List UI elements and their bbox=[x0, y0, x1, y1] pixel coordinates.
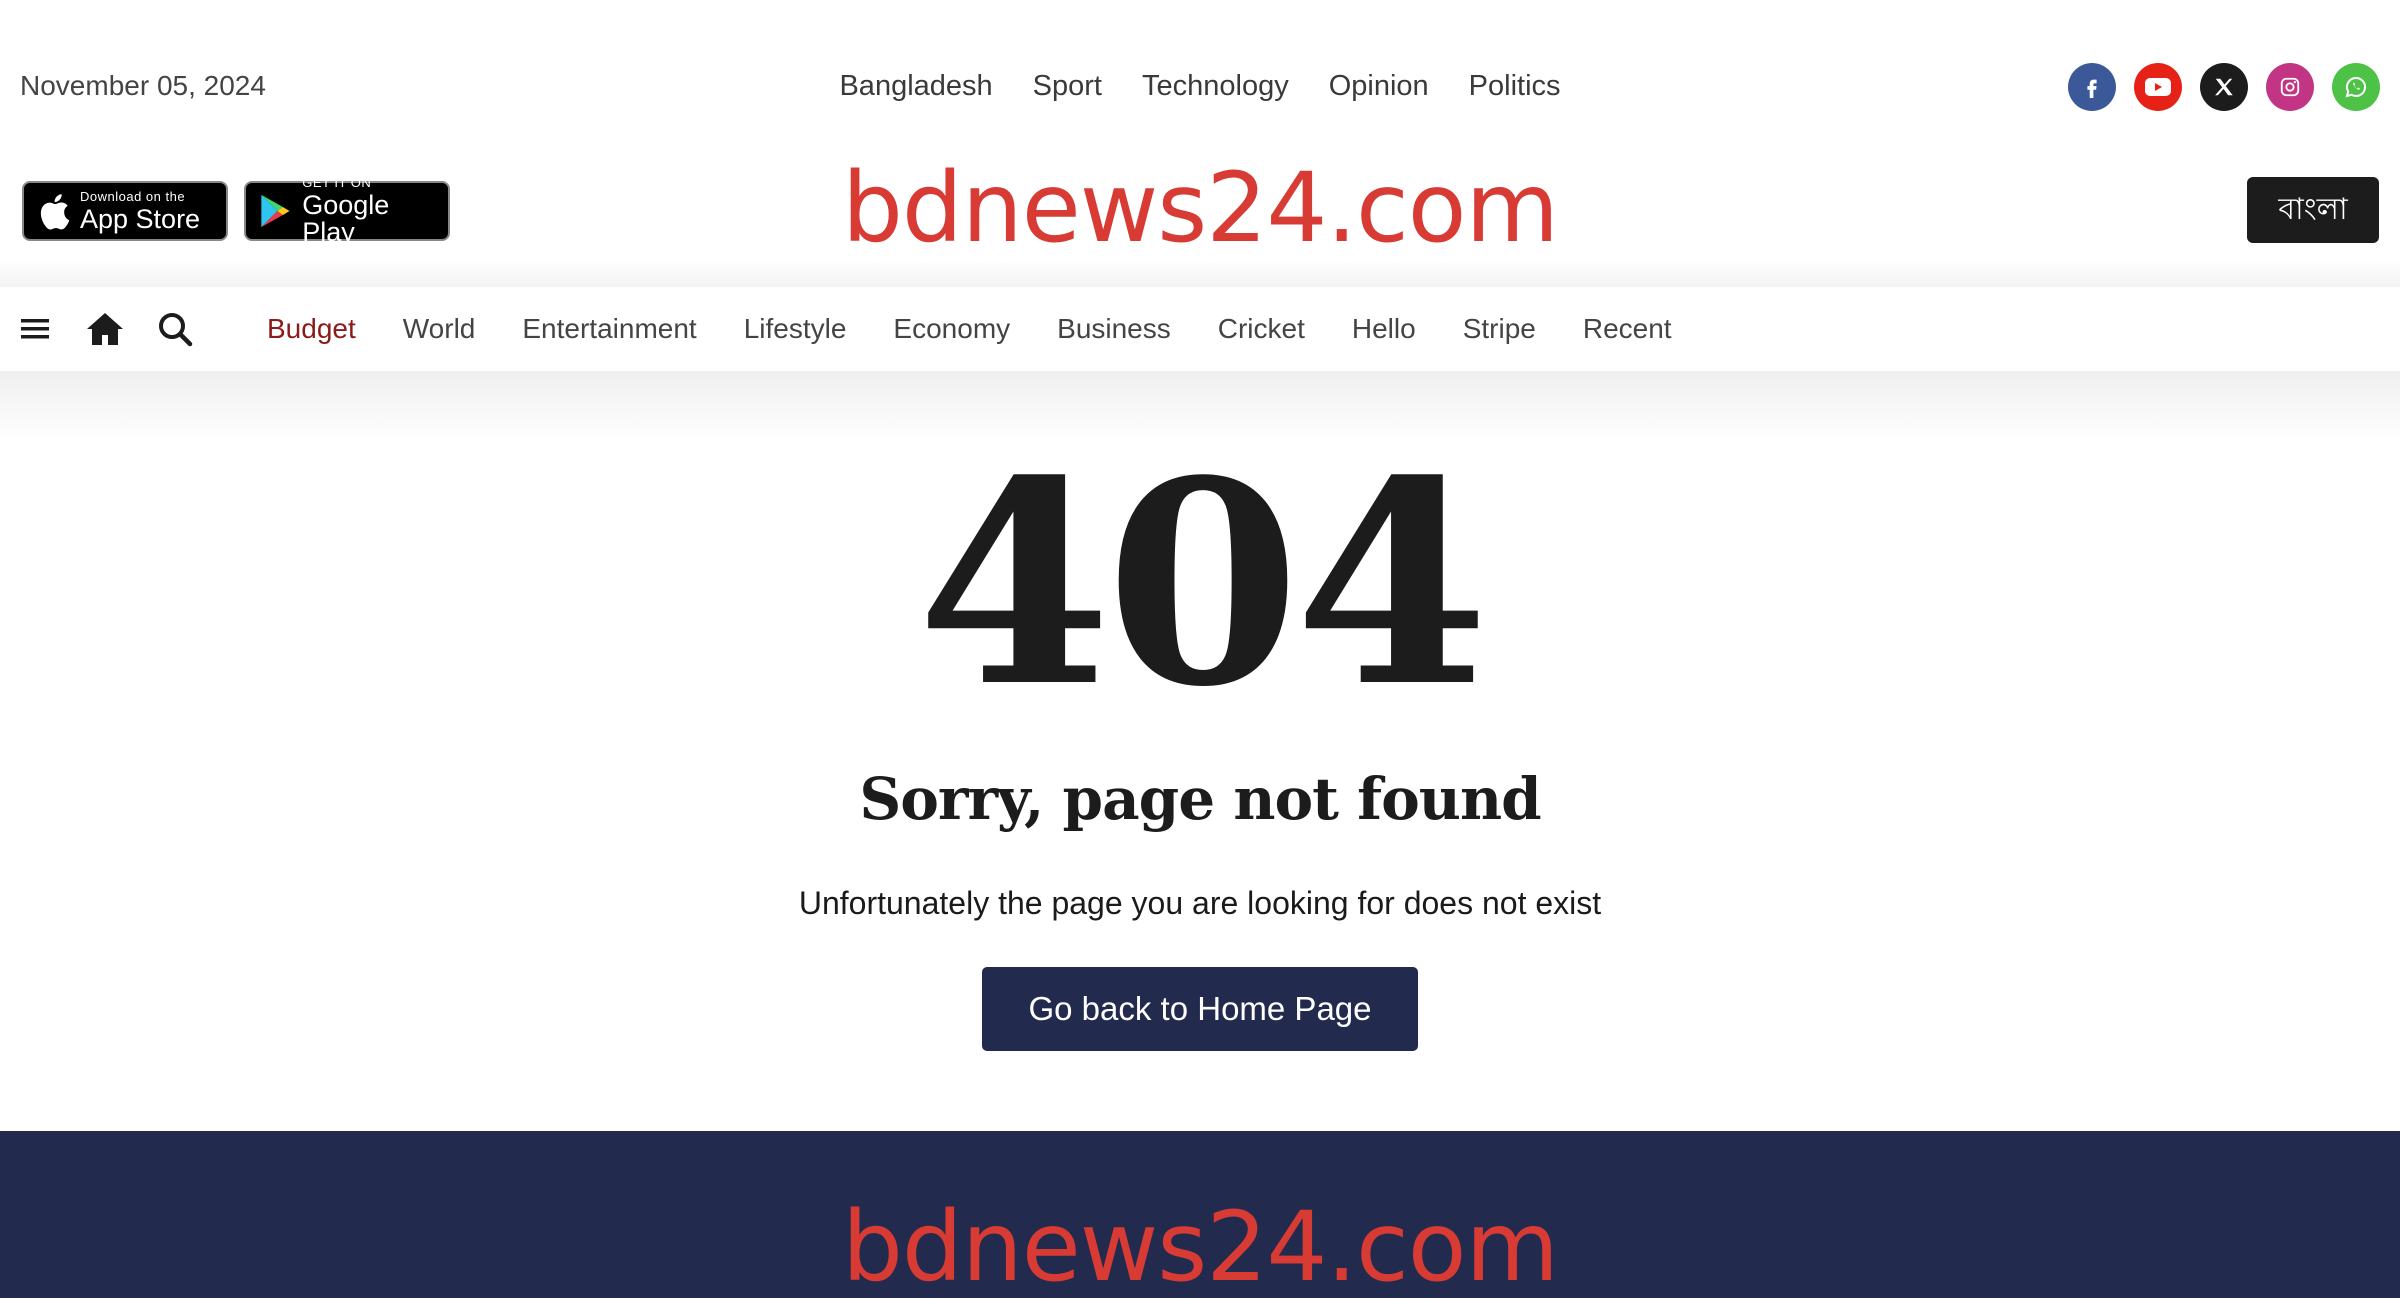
category-cricket[interactable]: Cricket bbox=[1218, 313, 1305, 345]
top-nav-politics[interactable]: Politics bbox=[1469, 70, 1561, 103]
category-economy[interactable]: Economy bbox=[893, 313, 1010, 345]
category-business[interactable]: Business bbox=[1057, 313, 1171, 345]
hamburger-menu-icon[interactable] bbox=[15, 309, 55, 349]
whatsapp-icon[interactable] bbox=[2332, 63, 2380, 111]
top-nav-opinion[interactable]: Opinion bbox=[1329, 70, 1429, 103]
social-links bbox=[2068, 63, 2380, 111]
top-nav-bangladesh[interactable]: Bangladesh bbox=[839, 70, 992, 103]
category-entertainment[interactable]: Entertainment bbox=[522, 313, 696, 345]
top-nav-technology[interactable]: Technology bbox=[1142, 70, 1289, 103]
home-icon[interactable] bbox=[85, 309, 125, 349]
search-icon[interactable] bbox=[155, 309, 195, 349]
category-world[interactable]: World bbox=[403, 313, 476, 345]
category-nav: Budget World Entertainment Lifestyle Eco… bbox=[0, 287, 2400, 371]
site-logo[interactable]: bdnews24.com bbox=[0, 152, 2400, 264]
x-icon[interactable] bbox=[2200, 63, 2248, 111]
facebook-icon[interactable] bbox=[2068, 63, 2116, 111]
language-toggle-button[interactable]: বাংলা bbox=[2247, 177, 2379, 243]
category-budget[interactable]: Budget bbox=[267, 313, 356, 345]
error-message: Unfortunately the page you are looking f… bbox=[798, 885, 1602, 921]
category-stripe[interactable]: Stripe bbox=[1463, 313, 1536, 345]
category-recent[interactable]: Recent bbox=[1583, 313, 1672, 345]
error-code: 404 bbox=[916, 420, 1489, 749]
youtube-icon[interactable] bbox=[2134, 63, 2182, 111]
footer-logo[interactable]: bdnews24.com bbox=[0, 1191, 2400, 1298]
category-hello[interactable]: Hello bbox=[1352, 313, 1416, 345]
instagram-icon[interactable] bbox=[2266, 63, 2314, 111]
top-nav-sport[interactable]: Sport bbox=[1033, 70, 1102, 103]
category-list: Budget World Entertainment Lifestyle Eco… bbox=[267, 313, 1672, 345]
error-title: Sorry, page not found bbox=[859, 765, 1541, 833]
top-bar: November 05, 2024 Bangladesh Sport Techn… bbox=[0, 0, 2400, 160]
footer: bdnews24.com bbox=[0, 1131, 2400, 1298]
category-lifestyle[interactable]: Lifestyle bbox=[744, 313, 847, 345]
go-home-button[interactable]: Go back to Home Page bbox=[982, 967, 1418, 1051]
top-nav: Bangladesh Sport Technology Opinion Poli… bbox=[0, 70, 2400, 103]
nav-shadow bbox=[0, 260, 2400, 290]
